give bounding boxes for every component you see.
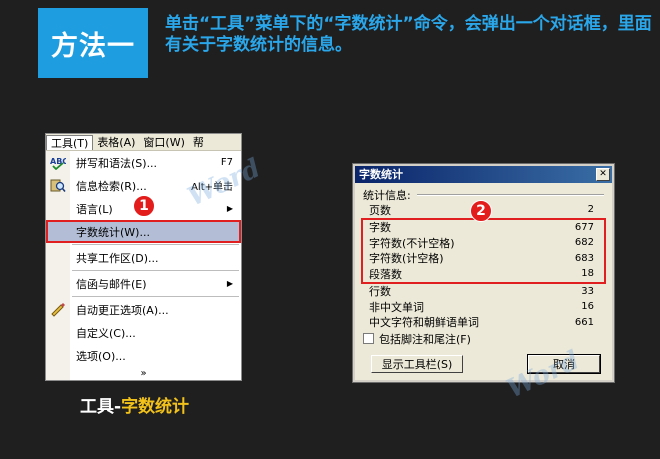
menu-item-letters-mailings[interactable]: 信函与邮件(E) ▶ (46, 272, 241, 295)
menu-item-word-count[interactable]: 字数统计(W)... (46, 220, 241, 243)
menubar-tools[interactable]: 工具(T) (46, 134, 94, 150)
menu-item-shared-workspace[interactable]: 共享工作区(D)... (46, 246, 241, 269)
menu-item-autocorrect[interactable]: 自动更正选项(A)... (46, 298, 241, 321)
tutorial-canvas: 方法一 单击“工具”菜单下的“字数统计”命令，会弹出一个对话框，里面有关于字数统… (0, 0, 660, 459)
submenu-arrow-icon: ▶ (226, 279, 233, 288)
menu-caption: 工具-字数统计 (80, 397, 190, 417)
stat-row-lines: 行数 33 (369, 285, 594, 299)
stat-row-paragraphs: 段落数 18 (369, 267, 594, 281)
tools-menu-screenshot: 工具(T) 表格(A) 窗口(W) 帮 ABC 拼写和语法(S)... F7 信… (45, 133, 242, 381)
step-marker-1: 1 (133, 195, 155, 217)
footnotes-checkbox-row[interactable]: 包括脚注和尾注(F) (363, 330, 604, 347)
menu-bar: 工具(T) 表格(A) 窗口(W) 帮 (46, 134, 241, 151)
footnotes-checkbox[interactable] (363, 333, 374, 344)
menubar-table[interactable]: 表格(A) (93, 135, 139, 150)
dialog-title-bar: 字数统计 ✕ (355, 166, 612, 183)
highlighted-stats-box: 字数 677 字符数(不计空格) 682 字符数(计空格) 683 段落数 18 (361, 217, 606, 284)
word-count-dialog: 字数统计 ✕ 统计信息: 页数 2 字数 677 字符数(不计空格) 682 字… (352, 163, 615, 383)
close-icon[interactable]: ✕ (596, 168, 610, 181)
stat-row-chars-with-spaces: 字符数(计空格) 683 (369, 252, 594, 266)
spellcheck-icon: ABC (50, 155, 68, 171)
dialog-title: 字数统计 (359, 168, 403, 181)
header-description: 单击“工具”菜单下的“字数统计”命令，会弹出一个对话框，里面有关于字数统计的信息… (165, 14, 652, 55)
menu-separator (72, 270, 239, 271)
stat-row-cjk-chars: 中文字符和朝鲜语单词 661 (369, 316, 594, 330)
submenu-arrow-icon: ▶ (226, 204, 233, 213)
show-toolbar-button[interactable]: 显示工具栏(S) (371, 355, 463, 373)
research-icon (50, 178, 66, 193)
stat-row-words: 字数 677 (369, 221, 594, 235)
menu-item-spelling[interactable]: ABC 拼写和语法(S)... F7 (46, 151, 241, 174)
expand-menu-chevron-icon[interactable]: » (46, 367, 241, 380)
menu-item-customize[interactable]: 自定义(C)... (46, 321, 241, 344)
menu-separator (72, 244, 239, 245)
stat-row-non-chinese-words: 非中文单词 16 (369, 300, 594, 314)
step-marker-2: 2 (470, 200, 492, 222)
svg-text:ABC: ABC (50, 157, 66, 166)
autocorrect-icon (50, 302, 66, 317)
menu-separator (72, 296, 239, 297)
menubar-help[interactable]: 帮 (189, 135, 208, 150)
menubar-window[interactable]: 窗口(W) (139, 135, 188, 150)
method-badge: 方法一 (38, 8, 148, 78)
menu-item-options[interactable]: 选项(O)... (46, 344, 241, 367)
stat-row-chars-no-spaces: 字符数(不计空格) 682 (369, 236, 594, 250)
